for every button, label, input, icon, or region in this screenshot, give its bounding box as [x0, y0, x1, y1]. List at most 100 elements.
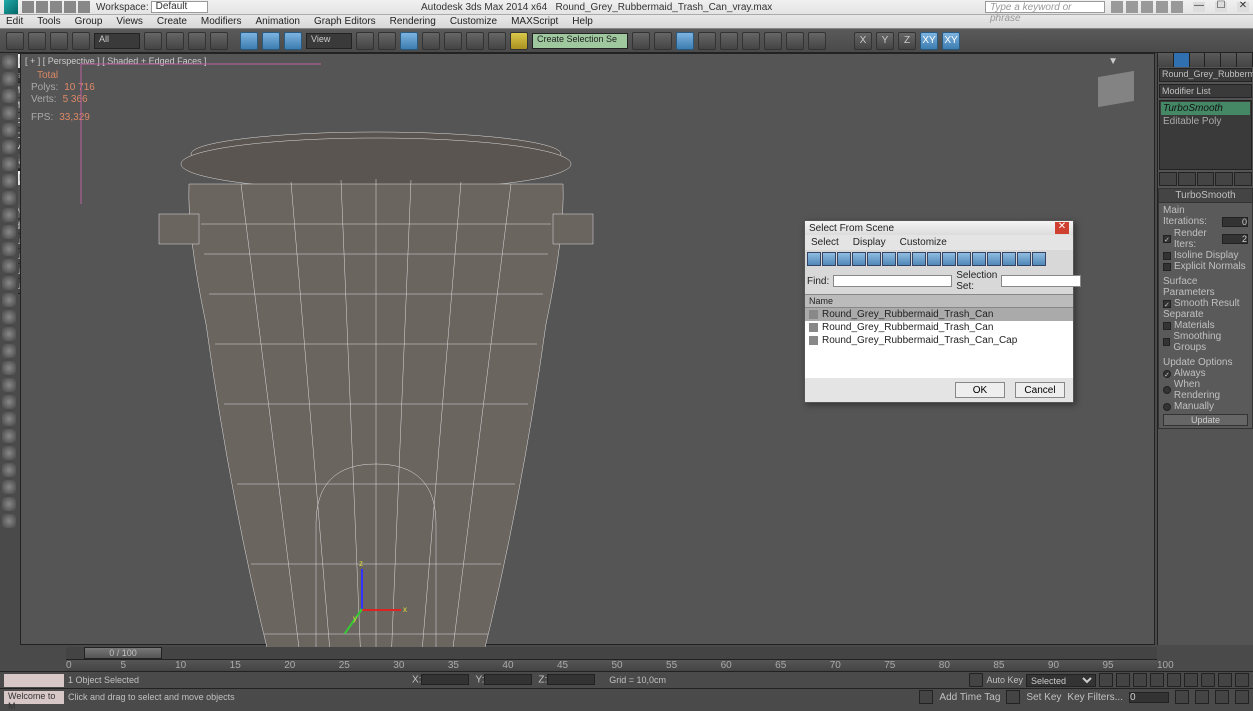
lt-icon[interactable] — [2, 106, 16, 120]
align-icon[interactable] — [654, 32, 672, 50]
maximize-button[interactable]: ☐ — [1215, 2, 1227, 12]
link-icon[interactable] — [50, 32, 68, 50]
render-iters-check[interactable] — [1163, 235, 1171, 243]
filter-icon[interactable] — [852, 252, 866, 266]
goto-start-icon[interactable] — [1099, 673, 1113, 687]
prev-frame-icon[interactable] — [1116, 673, 1130, 687]
play-icon[interactable] — [1133, 673, 1147, 687]
filter-icon[interactable] — [867, 252, 881, 266]
select-icon[interactable] — [144, 32, 162, 50]
select-name-icon[interactable] — [166, 32, 184, 50]
refcoord-select[interactable]: View — [306, 33, 352, 49]
close-icon[interactable]: ✕ — [1055, 222, 1069, 234]
qa-btn[interactable] — [22, 1, 34, 13]
menu-item[interactable]: Graph Editors — [314, 16, 376, 27]
move-icon[interactable] — [240, 32, 258, 50]
script-listener[interactable] — [4, 674, 64, 687]
current-frame-input[interactable] — [1129, 692, 1169, 703]
filter-icon[interactable] — [912, 252, 926, 266]
menu-item[interactable]: Group — [75, 16, 103, 27]
lt-icon[interactable] — [2, 276, 16, 290]
percent-snap-icon[interactable] — [466, 32, 484, 50]
keyfilters-button[interactable]: Key Filters... — [1067, 692, 1123, 703]
selset-input[interactable] — [1001, 275, 1081, 287]
render-iters-spinner[interactable] — [1222, 234, 1248, 244]
cancel-button[interactable]: Cancel — [1015, 382, 1065, 398]
axis-xy2[interactable]: XY — [942, 32, 960, 50]
modifier-stack[interactable]: TurboSmooth Editable Poly — [1159, 100, 1252, 170]
nav-icon[interactable] — [1215, 690, 1229, 704]
menu-item[interactable]: Rendering — [390, 16, 436, 27]
nav-icon[interactable] — [1195, 690, 1209, 704]
redo-icon[interactable] — [28, 32, 46, 50]
trash-can-mesh[interactable] — [151, 124, 601, 684]
nav-icon[interactable] — [1175, 690, 1189, 704]
filter-icon[interactable] — [882, 252, 896, 266]
window-cross-icon[interactable] — [210, 32, 228, 50]
lt-icon[interactable] — [2, 191, 16, 205]
ok-button[interactable]: OK — [955, 382, 1005, 398]
manually-radio[interactable] — [1163, 403, 1171, 411]
close-button[interactable]: ✕ — [1237, 2, 1249, 12]
lt-icon[interactable] — [2, 361, 16, 375]
tab-display-icon[interactable] — [1221, 53, 1237, 67]
lt-icon[interactable] — [2, 395, 16, 409]
rfw-icon[interactable] — [786, 32, 804, 50]
viewcube-arrow-icon[interactable]: ▼ — [1108, 56, 1118, 67]
filter-icon[interactable] — [837, 252, 851, 266]
lt-icon[interactable] — [2, 174, 16, 188]
lt-icon[interactable] — [2, 259, 16, 273]
lt-icon[interactable] — [2, 378, 16, 392]
stack-item[interactable]: Editable Poly — [1161, 115, 1250, 128]
tab-motion-icon[interactable] — [1205, 53, 1221, 67]
smoothing-check[interactable] — [1163, 338, 1170, 346]
y-input[interactable] — [484, 674, 532, 685]
signin-icon[interactable] — [1126, 1, 1138, 13]
z-input[interactable] — [547, 674, 595, 685]
menu-item[interactable]: Views — [116, 16, 143, 27]
filter-icon[interactable] — [927, 252, 941, 266]
tab-modify-icon[interactable] — [1174, 53, 1190, 67]
lt-icon[interactable] — [2, 480, 16, 494]
viewcube[interactable] — [1098, 71, 1134, 107]
isoline-check[interactable] — [1163, 252, 1171, 260]
mirror-icon[interactable] — [632, 32, 650, 50]
filter-icon[interactable] — [957, 252, 971, 266]
viewport-label[interactable]: [ + ] [ Perspective ] [ Shaded + Edged F… — [25, 56, 207, 66]
tab-utilities-icon[interactable] — [1237, 53, 1253, 67]
smooth-result-check[interactable] — [1163, 300, 1171, 308]
lt-icon[interactable] — [2, 446, 16, 460]
filter-icon[interactable] — [807, 252, 821, 266]
menu-item[interactable]: Customize — [450, 16, 497, 27]
region-icon[interactable] — [188, 32, 206, 50]
lt-icon[interactable] — [2, 327, 16, 341]
filter-icon[interactable] — [942, 252, 956, 266]
unlink-icon[interactable] — [72, 32, 90, 50]
stack-item[interactable]: TurboSmooth — [1161, 102, 1250, 115]
rollout-header[interactable]: TurboSmooth — [1159, 189, 1252, 203]
filter-icon[interactable] — [1002, 252, 1016, 266]
sfs-list[interactable]: Round_Grey_Rubbermaid_Trash_Can Round_Gr… — [805, 308, 1073, 378]
axis-x[interactable]: X — [854, 32, 872, 50]
nav-icon[interactable] — [1218, 673, 1232, 687]
axis-xy[interactable]: XY — [920, 32, 938, 50]
setkey-icon[interactable] — [1006, 690, 1020, 704]
key-mode-select[interactable]: Selected — [1026, 674, 1096, 687]
timetag-icon[interactable] — [919, 690, 933, 704]
lt-icon[interactable] — [2, 429, 16, 443]
workspace-select[interactable]: Default — [151, 1, 209, 13]
help-search[interactable]: Type a keyword or phrase — [985, 1, 1105, 13]
edit-named-icon[interactable] — [510, 32, 528, 50]
filter-icon[interactable] — [897, 252, 911, 266]
unique-icon[interactable] — [1197, 172, 1215, 186]
lt-icon[interactable] — [2, 310, 16, 324]
qa-btn[interactable] — [50, 1, 62, 13]
scale-icon[interactable] — [284, 32, 302, 50]
lt-icon[interactable] — [2, 140, 16, 154]
time-slider-knob[interactable]: 0 / 100 — [84, 647, 162, 659]
lt-icon[interactable] — [2, 157, 16, 171]
favorite-icon[interactable] — [1156, 1, 1168, 13]
menu-item[interactable]: Create — [157, 16, 187, 27]
time-slider[interactable]: 0 / 100 — [66, 647, 1157, 659]
lt-icon[interactable] — [2, 344, 16, 358]
